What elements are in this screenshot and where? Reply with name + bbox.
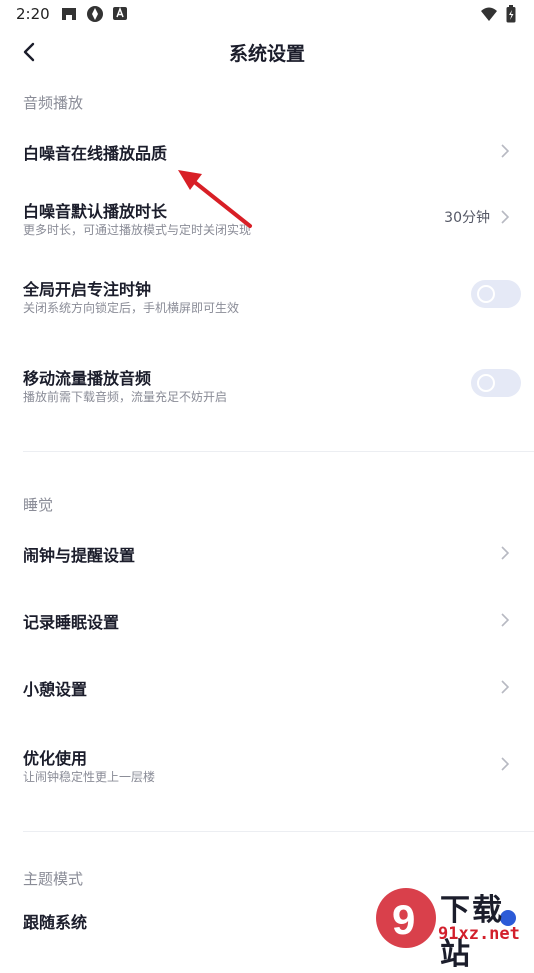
section-header-theme: 主题模式: [23, 870, 84, 888]
row-title: 闹钟与提醒设置: [23, 546, 136, 565]
toggle-knob: [477, 374, 495, 392]
chevron-right-icon: [501, 210, 510, 224]
row-default-duration[interactable]: 白噪音默认播放时长 更多时长，可通过播放模式与定时关闭实现 30分钟: [0, 190, 534, 242]
row-title: 小憩设置: [23, 680, 88, 699]
row-title: 白噪音在线播放品质: [23, 144, 168, 163]
status-notification-icons: [60, 5, 128, 23]
row-nap[interactable]: 小憩设置: [0, 664, 534, 708]
row-subtitle: 播放前需下载音频，流量充足不妨开启: [23, 390, 228, 404]
row-title: 移动流量播放音频: [23, 369, 152, 388]
section-header-sleep: 睡觉: [23, 496, 54, 514]
watermark-logo-text: 9: [392, 896, 415, 943]
section-divider: [23, 831, 534, 832]
chevron-right-icon: [501, 613, 510, 627]
section-divider: [23, 451, 534, 452]
row-subtitle: 更多时长，可通过播放模式与定时关闭实现: [23, 223, 252, 237]
aperture-icon: [87, 6, 103, 22]
row-sleep-record[interactable]: 记录睡眠设置: [0, 597, 534, 641]
row-optimize[interactable]: 优化使用 让闹钟稳定性更上一层楼: [0, 737, 534, 789]
app-a-icon: [113, 6, 127, 20]
row-subtitle: 关闭系统方向锁定后，手机横屏即可生效: [23, 301, 240, 315]
wifi-icon: [481, 7, 497, 21]
mobile-data-toggle[interactable]: [471, 369, 521, 397]
row-title: 全局开启专注时钟: [23, 280, 152, 299]
chevron-right-icon: [501, 757, 510, 771]
chevron-right-icon: [501, 680, 510, 694]
status-time: 2:20: [16, 5, 50, 23]
duration-value: 30分钟: [444, 210, 490, 226]
row-title: 记录睡眠设置: [23, 613, 120, 632]
row-title: 白噪音默认播放时长: [23, 202, 168, 221]
status-bar: 2:20: [0, 0, 534, 28]
chevron-right-icon: [501, 546, 510, 560]
chevron-right-icon: [501, 144, 510, 158]
navigation-bar: 系统设置: [0, 30, 534, 74]
toggle-knob: [477, 285, 495, 303]
page-title: 系统设置: [228, 43, 305, 65]
watermark-url: 91xz.net: [438, 924, 520, 944]
battery-icon: [506, 5, 516, 23]
row-online-quality[interactable]: 白噪音在线播放品质: [0, 128, 534, 172]
row-title: 跟随系统: [23, 913, 88, 932]
section-header-audio: 音频播放: [23, 94, 84, 112]
row-subtitle: 让闹钟稳定性更上一层楼: [23, 770, 156, 784]
row-title: 优化使用: [23, 749, 88, 768]
game-controller-icon: [62, 8, 76, 20]
row-alarm-reminder[interactable]: 闹钟与提醒设置: [0, 530, 534, 574]
row-focus-clock: 全局开启专注时钟 关闭系统方向锁定后，手机横屏即可生效: [0, 268, 534, 320]
status-system-icons: [480, 5, 516, 23]
row-mobile-data: 移动流量播放音频 播放前需下载音频，流量充足不妨开启: [0, 357, 534, 409]
focus-clock-toggle[interactable]: [471, 280, 521, 308]
